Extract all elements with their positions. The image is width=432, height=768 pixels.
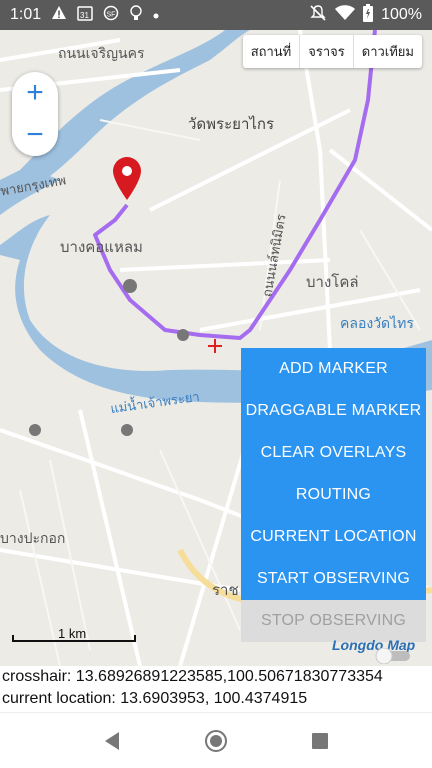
draggable-marker-button[interactable]: DRAGGABLE MARKER [241, 390, 426, 432]
info-panel: crosshair: 13.68926891223585,100.5067183… [0, 666, 432, 710]
clear-overlays-button[interactable]: CLEAR OVERLAYS [241, 432, 426, 474]
map-label-bang-kho-laem: บางคอแหลม [60, 239, 143, 256]
svg-text:SF: SF [107, 11, 116, 18]
status-bar: 1:01 31 SF 100% [0, 0, 432, 30]
routing-button[interactable]: ROUTING [241, 474, 426, 516]
mute-icon [309, 4, 327, 27]
map-label-wat: วัดพระยาไกร [188, 116, 275, 133]
zoom-out-button[interactable]: − [26, 120, 44, 150]
layer-button-places[interactable]: สถานที่ [243, 35, 300, 68]
bulb-icon [129, 4, 143, 26]
battery-percent: 100% [381, 6, 422, 23]
wifi-icon [335, 4, 356, 26]
recents-icon[interactable] [308, 729, 332, 753]
zoom-in-button[interactable]: + [26, 78, 44, 108]
navigation-bar [0, 712, 432, 768]
layer-toggle-group: สถานที่ จราจร ดาวเทียม [242, 35, 422, 68]
map-label-khlong: คลองวัดไทร [340, 315, 414, 331]
home-icon[interactable] [204, 729, 228, 753]
action-menu: ADD MARKER DRAGGABLE MARKER CLEAR OVERLA… [241, 348, 426, 642]
status-time: 1:01 [10, 6, 42, 23]
toggle-switch[interactable] [374, 647, 412, 665]
dot-icon [153, 6, 159, 24]
battery-icon [363, 3, 374, 27]
stop-observing-button[interactable]: STOP OBSERVING [241, 600, 426, 642]
settings-icon: SF [103, 5, 119, 26]
current-location-text: current location: 13.6903953, 100.437491… [2, 690, 308, 707]
zoom-control: + − [12, 72, 58, 156]
map-label-bang-khlo: บางโคล่ [306, 274, 359, 291]
current-location-button[interactable]: CURRENT LOCATION [241, 516, 426, 558]
add-marker-button[interactable]: ADD MARKER [241, 348, 426, 390]
svg-text:31: 31 [80, 11, 89, 20]
back-icon[interactable] [100, 729, 124, 753]
crosshair-icon [208, 339, 222, 358]
alert-icon [51, 5, 67, 26]
calendar-icon: 31 [77, 5, 93, 26]
start-observing-button[interactable]: START OBSERVING [241, 558, 426, 600]
map-view[interactable]: ถนนเจริญนคร วัดพระยาไกร บางคอแหลม บางโคล… [0, 30, 432, 666]
scale-bar: 1 km [8, 622, 138, 644]
map-pin-icon[interactable] [112, 157, 142, 206]
layer-button-satellite[interactable]: ดาวเทียม [352, 35, 422, 68]
map-label-bang-pakok: บางปะกอก [0, 530, 66, 546]
crosshair-text: crosshair: 13.68926891223585,100.5067183… [2, 668, 383, 685]
map-label-rama: ราช [212, 582, 239, 599]
status-notification-icons: 31 SF [51, 4, 159, 26]
layer-button-traffic[interactable]: จราจร [299, 35, 353, 68]
map-label-road: ถนนเจริญนคร [58, 45, 145, 61]
